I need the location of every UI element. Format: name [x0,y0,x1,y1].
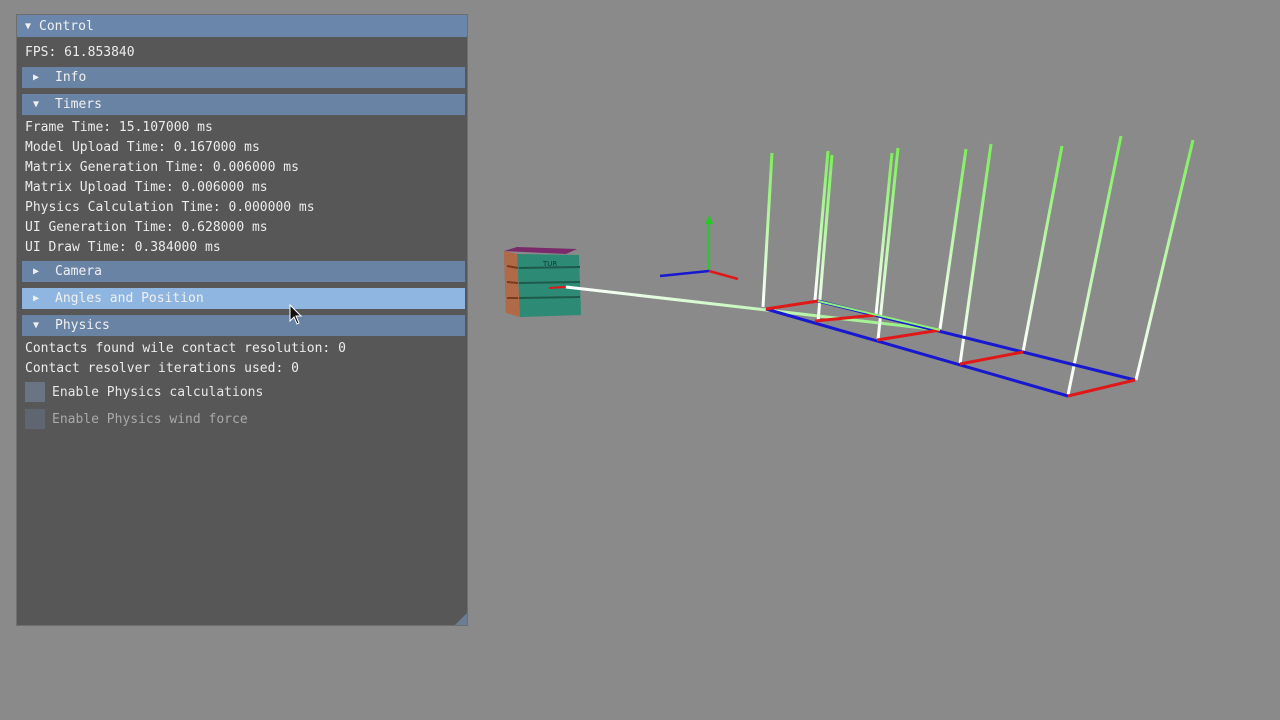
expand-triangle-icon: ▶ [33,293,40,304]
resolver-iterations: Contact resolver iterations used: 0 [25,361,299,376]
enable-physics-wind-checkbox[interactable]: Enable Physics wind force [25,409,248,429]
frame-time: Frame Time: 15.107000 ms [25,120,213,135]
collapse-triangle-icon: ▼ [33,320,40,331]
section-header-label: Timers [55,97,102,112]
section-header-label: Angles and Position [55,291,204,306]
section-header-info[interactable]: ▶ Info [22,67,465,88]
collapse-triangle-icon[interactable]: ▼ [25,21,39,32]
window-title: Control [39,18,94,34]
matrix-upload-time: Matrix Upload Time: 0.006000 ms [25,180,268,195]
resize-grip[interactable] [455,613,467,625]
contacts-found: Contacts found wile contact resolution: … [25,341,346,356]
checkbox-box[interactable] [25,382,45,402]
enable-physics-calculations-checkbox[interactable]: Enable Physics calculations [25,382,263,402]
section-header-label: Info [55,70,87,85]
section-header-label: Camera [55,264,102,279]
control-window[interactable]: ▼ Control FPS: 61.853840 ▶ Info ▼ Timers… [16,14,468,626]
collapse-triangle-icon: ▼ [33,99,40,110]
physics-calculation-time: Physics Calculation Time: 0.000000 ms [25,200,315,215]
fps-readout: FPS: 61.853840 [25,45,135,60]
section-header-physics[interactable]: ▼ Physics [22,315,465,336]
crate-model[interactable]: TUR [504,247,581,317]
checkbox-label: Enable Physics calculations [52,384,264,400]
control-window-titlebar[interactable]: ▼ Control [17,15,467,37]
section-header-timers[interactable]: ▼ Timers [22,94,465,115]
crate-label: TUR [542,260,557,268]
expand-triangle-icon: ▶ [33,72,40,83]
section-header-angles-and-position[interactable]: ▶ Angles and Position [22,288,465,309]
section-header-camera[interactable]: ▶ Camera [22,261,465,282]
checkbox-box[interactable] [25,409,45,429]
spring-lines [761,135,1195,396]
expand-triangle-icon: ▶ [33,266,40,277]
model-upload-time: Model Upload Time: 0.167000 ms [25,140,260,155]
world-axes-gizmo [659,215,739,281]
mouse-cursor-icon [289,304,303,325]
ui-draw-time: UI Draw Time: 0.384000 ms [25,240,221,255]
checkbox-label: Enable Physics wind force [52,411,248,427]
matrix-generation-time: Matrix Generation Time: 0.006000 ms [25,160,299,175]
ui-generation-time: UI Generation Time: 0.628000 ms [25,220,268,235]
section-header-label: Physics [55,318,110,333]
